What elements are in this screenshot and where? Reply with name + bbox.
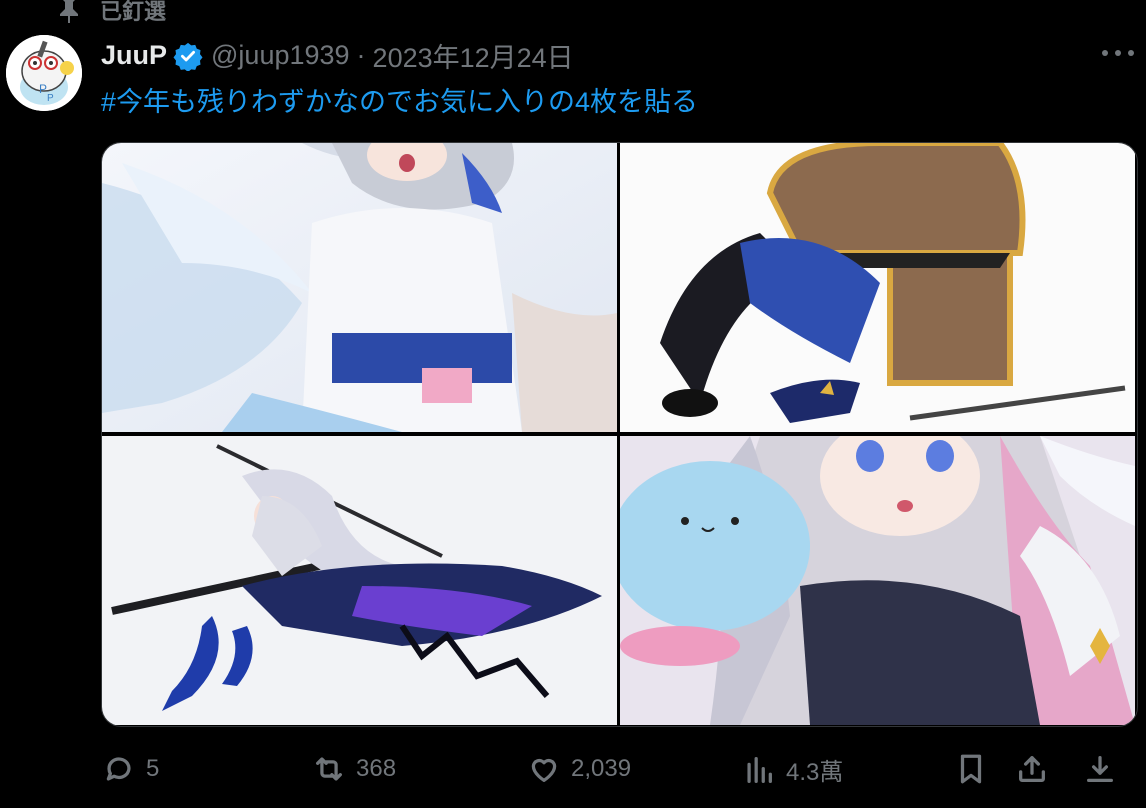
reply-count: 5 <box>146 755 160 782</box>
pinned-indicator: 已釘選 <box>58 0 166 26</box>
like-button[interactable]: 2,039 <box>527 752 631 786</box>
like-icon <box>531 758 557 782</box>
pinned-label: 已釘選 <box>100 0 167 24</box>
more-icon[interactable] <box>1102 50 1134 58</box>
action-bar: 5 368 2,039 4.3萬 <box>0 752 1146 792</box>
view-count: 4.3萬 <box>786 759 844 786</box>
tweet-text[interactable]: #今年も残りわずかなのでお気に入りの4枚を貼る <box>101 80 698 119</box>
tweet-date[interactable]: 2023年12月24日 <box>373 36 574 75</box>
avatar-image: P P <box>6 35 82 111</box>
tweet-header: JuuP @juup1939 · 2023年12月24日 <box>101 36 574 75</box>
header-separator: · <box>356 40 366 70</box>
bookmark-button[interactable] <box>954 752 988 786</box>
pin-icon <box>60 0 78 23</box>
views-icon <box>747 756 772 783</box>
reply-button[interactable]: 5 <box>102 752 159 786</box>
media-image-chest[interactable] <box>620 143 1135 432</box>
bookmark-icon <box>960 754 982 784</box>
views-button[interactable]: 4.3萬 <box>742 752 843 787</box>
svg-text:P: P <box>39 82 47 96</box>
like-count: 2,039 <box>571 755 632 782</box>
verified-icon <box>173 42 203 71</box>
media-image-angel[interactable] <box>102 143 617 432</box>
share-icon <box>1019 756 1045 782</box>
svg-text:P: P <box>47 93 54 104</box>
media-image-plush[interactable] <box>620 436 1135 725</box>
repost-count: 368 <box>356 755 397 782</box>
repost-button[interactable]: 368 <box>312 752 396 786</box>
share-button[interactable] <box>1015 752 1049 786</box>
author-name[interactable]: JuuP <box>101 40 167 71</box>
repost-icon <box>316 757 342 781</box>
reply-icon <box>106 757 131 781</box>
author-handle[interactable]: @juup1939 <box>211 40 350 71</box>
avatar[interactable]: P P <box>6 35 82 111</box>
media-grid <box>101 142 1138 727</box>
download-icon <box>1087 756 1113 782</box>
download-button[interactable] <box>1083 752 1117 786</box>
media-image-katana[interactable] <box>102 436 617 725</box>
